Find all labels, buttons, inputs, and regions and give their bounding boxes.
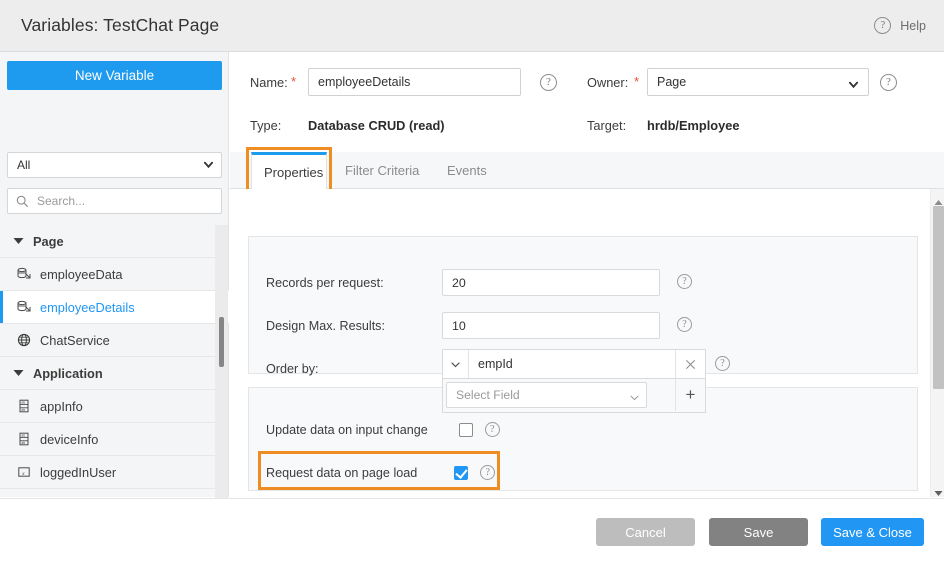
variable-icon: x <box>17 465 31 479</box>
order-by-group: empId Select Field + <box>442 349 706 413</box>
sidebar-item-deviceInfo[interactable]: ab ab deviceInfo <box>0 423 229 456</box>
update-on-input-change-row: Update data on input change ? <box>266 422 500 437</box>
search-box[interactable] <box>7 188 222 214</box>
tab-filter-criteria[interactable]: Filter Criteria <box>333 152 431 189</box>
variable-type-filter-select[interactable]: All <box>7 152 222 178</box>
request-on-page-load-checkbox[interactable] <box>454 466 468 480</box>
model-variable-icon: ab ab <box>17 432 31 446</box>
tree-group-application[interactable]: Application <box>0 357 229 390</box>
model-variable-icon: ab ab <box>17 399 31 413</box>
question-circle-icon[interactable]: ? <box>485 422 500 437</box>
help-label: Help <box>900 19 926 33</box>
sidebar-item-label: employeeData <box>40 267 123 282</box>
sidebar-item-label: ChatService <box>40 333 110 348</box>
records-per-request-input[interactable] <box>442 269 660 296</box>
caret-down-icon <box>13 368 24 379</box>
question-circle-icon[interactable]: ? <box>540 74 557 91</box>
database-variable-icon <box>17 300 31 314</box>
triangle-up-icon[interactable] <box>934 193 943 202</box>
owner-required-marker: * <box>634 74 639 89</box>
triangle-down-icon[interactable] <box>934 484 943 493</box>
variable-details-panel: Name: * ? Owner: * Page ? Type: Database… <box>230 52 944 497</box>
svg-text:ab: ab <box>21 408 25 412</box>
type-value: Database CRUD (read) <box>308 118 445 133</box>
close-x-icon[interactable] <box>675 350 705 378</box>
sidebar-item-label: employeeDetails <box>40 300 135 315</box>
page-title: Variables: TestChat Page <box>21 15 219 36</box>
question-circle-icon[interactable]: ? <box>677 317 692 332</box>
svg-text:ab: ab <box>21 441 25 445</box>
request-on-page-load-row: Request data on page load ? <box>266 465 495 480</box>
order-by-label: Order by: <box>266 362 319 376</box>
dialog-footer: Cancel Save Save & Close <box>0 498 944 565</box>
web-service-icon <box>17 333 31 347</box>
owner-label: Owner: <box>587 75 628 90</box>
cancel-button[interactable]: Cancel <box>596 518 695 546</box>
sidebar-item-ChatService[interactable]: ChatService <box>0 324 229 357</box>
type-label: Type: <box>250 118 281 133</box>
search-icon <box>16 195 29 208</box>
name-label: Name: <box>250 75 288 90</box>
question-circle-icon[interactable]: ? <box>715 356 730 371</box>
name-required-marker: * <box>291 74 296 89</box>
tab-events[interactable]: Events <box>435 152 499 189</box>
order-by-select-field[interactable]: Select Field <box>446 382 647 408</box>
order-by-field-value[interactable]: empId <box>469 357 675 371</box>
target-value: hrdb/Employee <box>647 118 739 133</box>
sidebar-item-employeeDetails[interactable]: employeeDetails <box>0 291 229 324</box>
search-input[interactable] <box>35 189 218 213</box>
variables-sidebar: New Variable All Page employeeData <box>0 52 229 497</box>
records-per-request-label: Records per request: <box>266 276 384 290</box>
tree-group-label: Application <box>33 366 103 381</box>
plus-icon[interactable]: + <box>675 379 705 411</box>
question-circle-icon[interactable]: ? <box>480 465 495 480</box>
update-on-input-change-label: Update data on input change <box>266 423 428 437</box>
dialog-header: Variables: TestChat Page ? Help <box>0 0 944 52</box>
sidebar-item-appInfo[interactable]: ab ab appInfo <box>0 390 229 423</box>
tab-properties[interactable]: Properties <box>251 152 327 189</box>
svg-text:x: x <box>21 471 25 477</box>
properties-tab-content: Records per request: ? Design Max. Resul… <box>230 189 944 497</box>
order-by-row: empId <box>442 349 706 379</box>
design-max-results-label: Design Max. Results: <box>266 319 385 333</box>
name-input[interactable] <box>308 68 521 96</box>
sidebar-item-label: appInfo <box>40 399 83 414</box>
question-circle-icon[interactable]: ? <box>880 74 897 91</box>
tree-group-label: Page <box>33 234 64 249</box>
chevron-down-icon[interactable] <box>443 350 469 378</box>
database-variable-icon <box>17 267 31 281</box>
design-max-results-input[interactable] <box>442 312 660 339</box>
svg-text:ab: ab <box>21 434 25 438</box>
sidebar-item-loggedInUser[interactable]: x loggedInUser <box>0 456 229 489</box>
new-variable-button[interactable]: New Variable <box>7 61 222 90</box>
sidebar-scrollbar-thumb[interactable] <box>219 317 224 367</box>
target-label: Target: <box>587 118 626 133</box>
properties-scrollbar-thumb[interactable] <box>933 206 944 389</box>
svg-text:ab: ab <box>21 401 25 405</box>
question-circle-icon: ? <box>874 17 891 34</box>
save-and-close-button[interactable]: Save & Close <box>821 518 924 546</box>
question-circle-icon[interactable]: ? <box>677 274 692 289</box>
tab-bar: Properties Filter Criteria Events <box>230 152 944 189</box>
update-on-input-change-checkbox[interactable] <box>459 423 473 437</box>
owner-select[interactable]: Page <box>647 68 869 96</box>
sidebar-item-employeeData[interactable]: employeeData <box>0 258 229 291</box>
sidebar-item-label: deviceInfo <box>40 432 98 447</box>
request-on-page-load-label: Request data on page load <box>266 466 417 480</box>
properties-scrollbar[interactable] <box>930 189 944 497</box>
caret-down-icon <box>13 236 24 247</box>
order-by-add-row: Select Field + <box>442 379 706 413</box>
sidebar-item-label: loggedInUser <box>40 465 116 480</box>
help-button[interactable]: ? Help <box>874 17 926 34</box>
save-button[interactable]: Save <box>709 518 808 546</box>
tree-group-page[interactable]: Page <box>0 225 229 258</box>
